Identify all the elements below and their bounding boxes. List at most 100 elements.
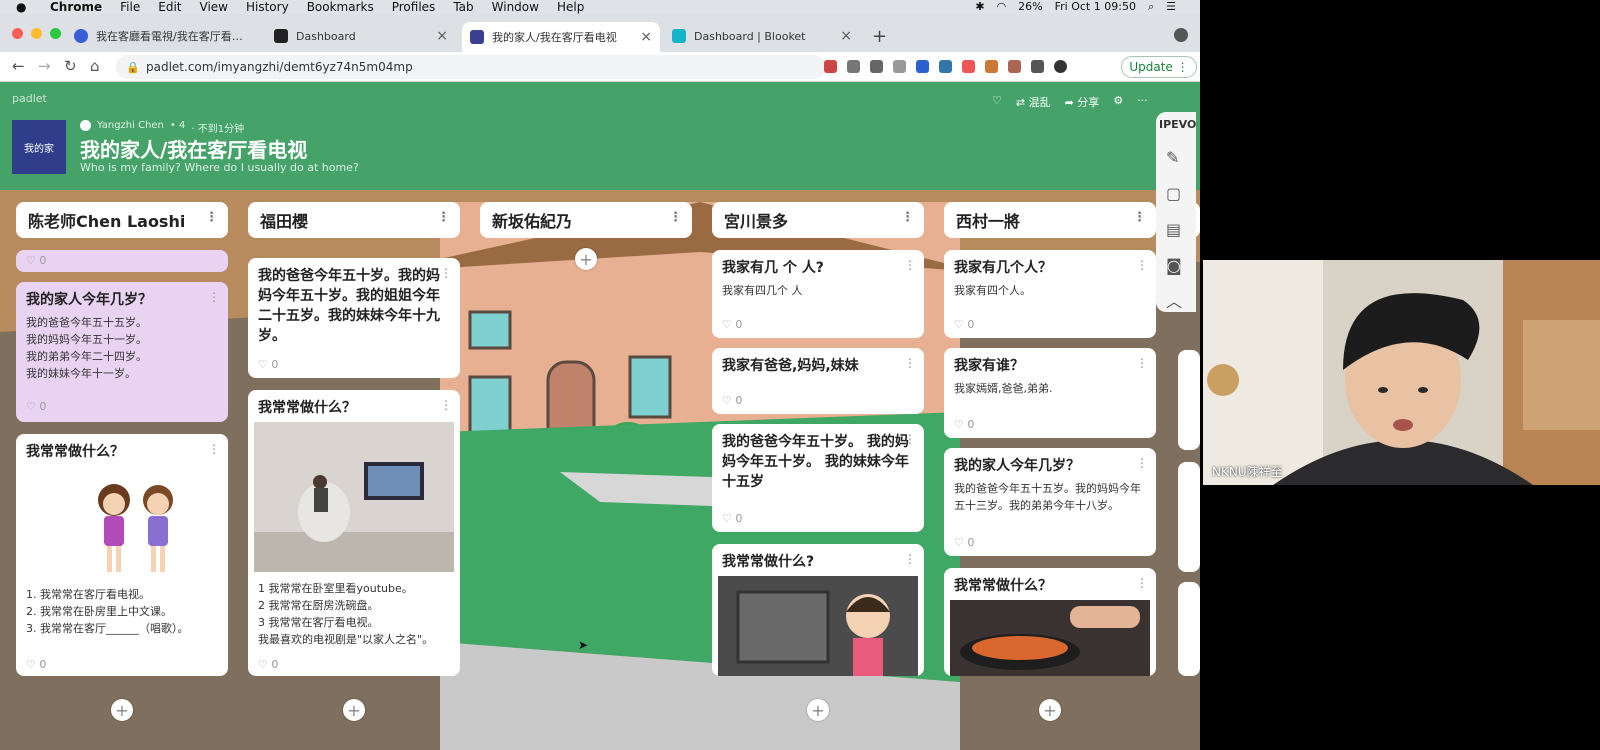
minimize-window-button[interactable]: [31, 28, 42, 39]
extension-icon[interactable]: [847, 60, 860, 73]
post-menu-icon[interactable]: ⋮: [1136, 356, 1148, 370]
share-button[interactable]: ➦ 分享: [1065, 94, 1100, 110]
add-post-button[interactable]: +: [343, 699, 365, 721]
column-header[interactable]: 新坂佑紀乃 ⋮: [480, 202, 692, 238]
reload-icon[interactable]: ↻: [64, 57, 77, 75]
forward-arrow-icon[interactable]: →: [38, 57, 51, 75]
post-card-partial[interactable]: [1178, 350, 1200, 450]
spotlight-icon[interactable]: ⌕: [1148, 0, 1154, 14]
post-menu-icon[interactable]: ⋮: [208, 442, 220, 456]
like-count[interactable]: ♡ 0: [722, 318, 742, 331]
author-avatar[interactable]: [80, 120, 91, 131]
post-card[interactable]: ♡ 0: [16, 250, 228, 272]
like-count[interactable]: ♡ 0: [26, 400, 46, 413]
column-menu-icon[interactable]: ⋮: [1133, 210, 1146, 225]
tab-1[interactable]: 我在客廳看電視/我在客厅看电视: [66, 22, 266, 50]
like-count[interactable]: ♡ 0: [722, 512, 742, 525]
like-count[interactable]: ♡ 0: [722, 394, 742, 407]
back-arrow-icon[interactable]: ←: [12, 57, 25, 75]
post-menu-icon[interactable]: ⋮: [904, 552, 916, 566]
extension-icon[interactable]: [985, 60, 998, 73]
post-card[interactable]: ⋮ 我常常做什么？ 1 我常常在卧室里看youtube。 2 我常常在厨房洗碗盘…: [248, 390, 460, 676]
bookmark-star-icon[interactable]: [893, 60, 906, 73]
like-count[interactable]: ♡ 0: [26, 658, 46, 671]
extension-icon[interactable]: [870, 60, 883, 73]
like-count[interactable]: ♡ 0: [954, 536, 974, 549]
column-header[interactable]: 陈老师Chen Laoshi ⋮: [16, 202, 228, 238]
post-card-partial[interactable]: [1178, 462, 1200, 572]
extension-icon[interactable]: [824, 60, 837, 73]
post-menu-icon[interactable]: ⋮: [904, 258, 916, 272]
add-post-button[interactable]: +: [807, 699, 829, 721]
apple-icon[interactable]: ●: [16, 0, 32, 14]
close-window-button[interactable]: [12, 28, 23, 39]
extension-icon[interactable]: [916, 60, 929, 73]
like-count[interactable]: ♡ 0: [954, 418, 974, 431]
post-card[interactable]: ⋮ 我家有谁？ 我家嫣婿,爸爸,弟弟. ♡ 0: [944, 348, 1156, 438]
menu-profiles[interactable]: Profiles: [392, 0, 436, 14]
extension-icon[interactable]: [939, 60, 952, 73]
post-card[interactable]: ⋮ 我的爸爸今年五十岁。 我的妈妈今年五十岁。 我的妹妹今年十五岁 ♡ 0: [712, 424, 924, 532]
column-menu-icon[interactable]: ⋮: [669, 210, 682, 225]
post-menu-icon[interactable]: ⋮: [904, 356, 916, 370]
post-card[interactable]: ⋮ 我的家人今年几岁？ 我的爸爸今年五十五岁。我的妈妈今年五十三岁。我的弟弟今年…: [944, 448, 1156, 556]
add-post-button[interactable]: +: [575, 248, 597, 270]
profile-icon[interactable]: [1174, 28, 1188, 42]
lock-icon[interactable]: 🔒: [126, 61, 140, 74]
control-center-icon[interactable]: ☰: [1166, 0, 1176, 14]
wifi-icon[interactable]: ◠: [997, 0, 1007, 14]
column-header[interactable]: 西村一將 ⋮: [944, 202, 1156, 238]
column-menu-icon[interactable]: ⋮: [901, 210, 914, 225]
post-card[interactable]: ⋮ 我的家人今年几岁？ 我的爸爸今年五十五岁。 我的妈妈今年五十一岁。 我的弟弟…: [16, 282, 228, 422]
home-icon[interactable]: ⌂: [90, 57, 100, 75]
like-count[interactable]: ♡ 0: [954, 318, 974, 331]
menu-file[interactable]: File: [120, 0, 140, 14]
pen-icon[interactable]: ✎: [1166, 148, 1179, 167]
settings-icon[interactable]: ⚙: [1113, 94, 1123, 110]
post-card[interactable]: ⋮ 我常常做什么？: [944, 568, 1156, 676]
tab-2[interactable]: Dashboard ×: [266, 22, 456, 50]
post-card-partial[interactable]: [1178, 582, 1200, 676]
column-menu-icon[interactable]: ⋮: [205, 210, 218, 225]
padlet-brand[interactable]: padlet: [12, 92, 47, 105]
like-count[interactable]: ♡ 0: [26, 254, 46, 267]
extension-icon[interactable]: [962, 60, 975, 73]
menu-view[interactable]: View: [200, 0, 228, 14]
column-header[interactable]: 福田櫻 ⋮: [248, 202, 460, 238]
post-menu-icon[interactable]: ⋮: [1136, 576, 1148, 590]
post-card[interactable]: ⋮ 我家有几个人？ 我家有四个人。 ♡ 0: [944, 250, 1156, 338]
post-card[interactable]: ⋮ 我常常做什么？ 1. 我常常在客厅看电视。 2. 我常常在卧房里上中文课。 …: [16, 434, 228, 676]
like-count[interactable]: ♡ 0: [258, 658, 278, 671]
column-menu-icon[interactable]: ⋮: [437, 210, 450, 225]
remake-button[interactable]: ⇄ 混乱: [1016, 94, 1051, 110]
menu-help[interactable]: Help: [557, 0, 584, 14]
collapse-icon[interactable]: ︿: [1166, 288, 1182, 312]
new-tab-button[interactable]: +: [872, 26, 887, 47]
update-button[interactable]: Update ⋮: [1121, 56, 1197, 78]
post-card[interactable]: ⋮ 我家有爸爸,妈妈,妹妹 ♡ 0: [712, 348, 924, 414]
address-bar[interactable]: 🔒 padlet.com/imyangzhi/demt6yz74n5m04mp: [116, 55, 826, 79]
menu-bookmarks[interactable]: Bookmarks: [307, 0, 374, 14]
like-count[interactable]: ♡ 0: [258, 358, 278, 371]
close-tab-icon[interactable]: ×: [840, 28, 852, 44]
camera-icon[interactable]: ◙: [1166, 256, 1182, 275]
add-post-button[interactable]: +: [111, 699, 133, 721]
menu-window[interactable]: Window: [492, 0, 539, 14]
post-card[interactable]: ⋮ 我家有几 个 人? 我家有四几个 人 ♡ 0: [712, 250, 924, 338]
whiteboard-icon[interactable]: ▢: [1166, 184, 1181, 203]
post-menu-icon[interactable]: ⋮: [1136, 456, 1148, 470]
post-card[interactable]: ⋮ 我常常做什么?: [712, 544, 924, 676]
close-tab-icon[interactable]: ×: [436, 28, 448, 44]
close-tab-icon[interactable]: ×: [640, 29, 652, 45]
zoom-window-button[interactable]: [50, 28, 61, 39]
heart-icon[interactable]: ♡: [992, 94, 1002, 110]
tab-4[interactable]: Dashboard | Blooket ×: [664, 22, 860, 50]
post-menu-icon[interactable]: ⋮: [208, 290, 220, 304]
bluetooth-icon[interactable]: ✱: [975, 0, 984, 14]
menu-history[interactable]: History: [246, 0, 289, 14]
post-menu-icon[interactable]: ⋮: [1136, 258, 1148, 272]
split-view-icon[interactable]: ▤: [1166, 220, 1181, 239]
menu-edit[interactable]: Edit: [158, 0, 181, 14]
menu-tab[interactable]: Tab: [453, 0, 473, 14]
tab-3-active[interactable]: 我的家人/我在客厅看电视 ×: [462, 22, 660, 52]
